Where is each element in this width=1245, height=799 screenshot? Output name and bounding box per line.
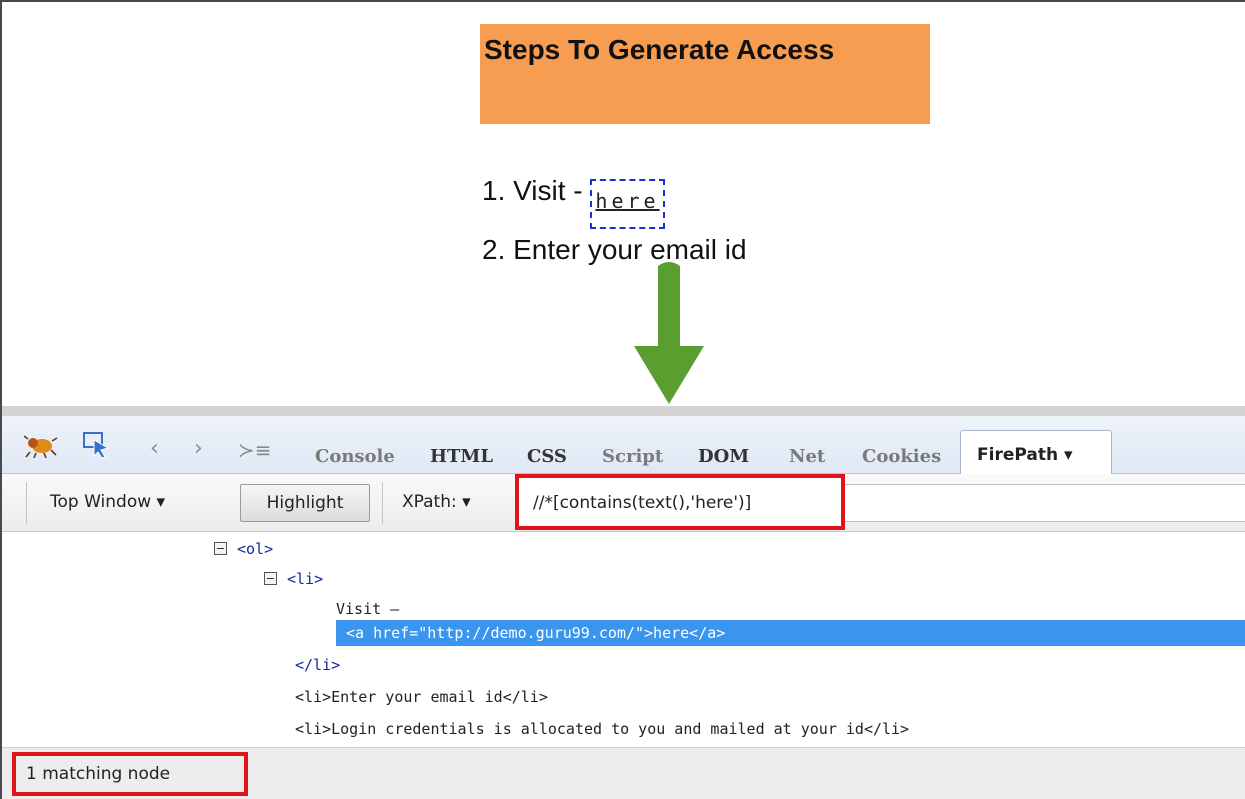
tree-li-login[interactable]: <li>Login credentials is allocated to yo… <box>295 720 909 738</box>
firebug-icon[interactable] <box>24 430 58 458</box>
collapse-toggle-icon[interactable] <box>264 572 277 585</box>
tree-anchor: <a href="http://demo.guru99.com/">here</… <box>346 624 726 642</box>
tab-script[interactable]: Script <box>602 446 663 467</box>
devtools-tabbar: ‹ › ≻≡ Console HTML CSS Script DOM Net C… <box>2 416 1245 475</box>
toolbar-separator <box>26 482 27 524</box>
tree-ol-open[interactable]: <ol> <box>237 540 273 558</box>
forward-icon[interactable]: › <box>194 436 203 461</box>
status-bar: 1 matching node <box>2 747 1245 799</box>
tree-li-open[interactable]: <li> <box>287 570 323 588</box>
tree-li-close[interactable]: </li> <box>295 656 340 674</box>
tree-visit-text[interactable]: Visit – <box>336 600 399 618</box>
tab-css[interactable]: CSS <box>527 446 567 467</box>
xpath-highlight-box <box>515 474 845 530</box>
dom-tree: <ol> <li> Visit – <a href="http://demo.g… <box>2 532 1245 747</box>
back-icon[interactable]: ‹ <box>150 436 159 461</box>
firepath-toolbar: Top Window ▾ Highlight XPath: ▾ <box>2 474 1245 532</box>
command-line-icon[interactable]: ≻≡ <box>238 438 272 462</box>
banner: Steps To Generate Access <box>480 24 930 124</box>
devtools-panel: ‹ › ≻≡ Console HTML CSS Script DOM Net C… <box>2 406 1245 799</box>
status-highlight-box: 1 matching node <box>12 752 248 796</box>
xpath-dropdown[interactable]: XPath: ▾ <box>402 484 471 522</box>
toolbar-separator <box>382 482 383 524</box>
matching-node-count: 1 matching node <box>26 764 171 784</box>
tab-dom[interactable]: DOM <box>698 446 749 467</box>
xpath-input-extension[interactable] <box>845 484 1245 522</box>
tab-html[interactable]: HTML <box>430 446 493 467</box>
highlight-button[interactable]: Highlight <box>240 484 370 522</box>
tab-net[interactable]: Net <box>789 446 825 467</box>
xpath-input[interactable] <box>533 486 833 520</box>
top-window-dropdown[interactable]: Top Window ▾ <box>50 484 165 522</box>
step-1-prefix: 1. Visit - <box>482 175 583 206</box>
tab-firepath[interactable]: FirePath ▾ <box>960 430 1112 475</box>
tree-selected-row[interactable]: <a href="http://demo.guru99.com/">here</… <box>336 620 1245 646</box>
devtools-splitter[interactable] <box>2 406 1245 416</box>
arrow-down-icon <box>634 262 704 404</box>
tab-console[interactable]: Console <box>315 446 395 467</box>
tab-cookies[interactable]: Cookies <box>862 446 941 467</box>
tab-firepath-label: FirePath ▾ <box>977 445 1073 465</box>
collapse-toggle-icon[interactable] <box>214 542 227 555</box>
here-link[interactable]: here <box>590 179 665 229</box>
step-1: 1. Visit - here <box>482 170 747 229</box>
steps-list: 1. Visit - here 2. Enter your email id <box>482 170 747 271</box>
banner-title: Steps To Generate Access <box>484 34 835 65</box>
inspect-icon[interactable] <box>82 430 112 460</box>
tree-li-email[interactable]: <li>Enter your email id</li> <box>295 688 548 706</box>
